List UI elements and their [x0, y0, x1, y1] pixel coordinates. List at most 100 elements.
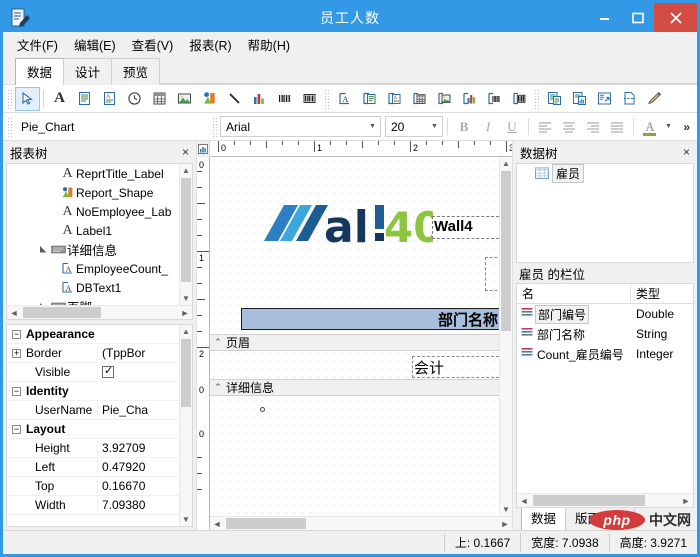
- fields-hscrollbar[interactable]: ◄ ►: [517, 493, 693, 507]
- column-header-type[interactable]: 类型: [631, 285, 693, 302]
- toolbar-grip[interactable]: [7, 88, 13, 109]
- db-barcode2-icon[interactable]: [507, 87, 532, 111]
- scroll-left-icon-2[interactable]: ◄: [210, 517, 224, 530]
- menu-view[interactable]: 查看(V): [132, 35, 174, 54]
- prop-row-identity[interactable]: − Identity: [7, 382, 179, 401]
- scroll-right-icon-2[interactable]: ►: [498, 517, 512, 530]
- column-header-name[interactable]: 名: [517, 285, 631, 302]
- field-name-cell[interactable]: Count_雇员编号: [517, 346, 631, 363]
- band-collapse-icon[interactable]: ⌃: [210, 337, 226, 348]
- db-image-icon[interactable]: [432, 87, 457, 111]
- prop-value[interactable]: Pie_Cha: [97, 403, 179, 417]
- prop-value[interactable]: 7.09380: [97, 498, 179, 512]
- tree-item-label1[interactable]: A Label1: [7, 221, 179, 240]
- horizontal-ruler[interactable]: 0 1 2: [210, 141, 512, 157]
- expander-icon[interactable]: [37, 245, 50, 254]
- prop-row-visible[interactable]: Visible: [7, 363, 179, 382]
- tree-item-report-shape[interactable]: Report_Shape: [7, 183, 179, 202]
- prop-row-top[interactable]: Top 0.16670: [7, 477, 179, 496]
- vscroll-thumb-3[interactable]: [501, 171, 511, 331]
- rich-text-icon[interactable]: A: [97, 87, 122, 111]
- prop-value[interactable]: 3.92709: [97, 441, 179, 455]
- tree-item-footer-band[interactable]: 页脚: [7, 297, 179, 305]
- vertical-ruler[interactable]: 0 1 2 0 0: [197, 157, 210, 530]
- line-icon[interactable]: [222, 87, 247, 111]
- toolbar-grip-3[interactable]: [534, 88, 540, 109]
- align-right-icon[interactable]: [581, 116, 605, 138]
- scroll-left-icon[interactable]: ◄: [7, 306, 21, 319]
- align-left-icon[interactable]: [533, 116, 557, 138]
- italic-button[interactable]: I: [476, 116, 500, 138]
- prop-row-layout[interactable]: − Layout: [7, 420, 179, 439]
- report-tree-vscrollbar[interactable]: ▲ ▼: [179, 164, 192, 305]
- scroll-up-icon-3[interactable]: ▲: [500, 157, 512, 170]
- font-color-dropdown-icon[interactable]: ▼: [662, 116, 675, 138]
- detail-field-label[interactable]: 会计: [412, 356, 499, 378]
- logo-text-label[interactable]: Wall4: [432, 216, 499, 239]
- report-page[interactable]: al 401K Wall4 部门名称: [210, 157, 499, 516]
- tab-layout-bottom[interactable]: 版面设计: [565, 505, 636, 530]
- crosstab-icon[interactable]: [567, 87, 592, 111]
- font-size-combo[interactable]: 20 ▼: [385, 116, 443, 137]
- tree-item-reprttitle-label[interactable]: A ReprtTitle_Label: [7, 164, 179, 183]
- hscroll-thumb-2[interactable]: [226, 518, 306, 529]
- menu-edit[interactable]: 编辑(E): [74, 35, 116, 54]
- scroll-down-icon[interactable]: ▼: [180, 292, 192, 305]
- report-tree-hscrollbar[interactable]: ◄ ►: [7, 305, 192, 319]
- menu-file[interactable]: 文件(F): [17, 35, 58, 54]
- hscroll-thumb[interactable]: [23, 307, 101, 318]
- close-icon-report-tree[interactable]: ×: [179, 145, 192, 159]
- page-break-icon[interactable]: [617, 87, 642, 111]
- prop-value[interactable]: 0.47920: [97, 460, 179, 474]
- expand-icon[interactable]: +: [7, 348, 26, 358]
- scroll-down-icon-3[interactable]: ▼: [500, 503, 512, 516]
- formatbar-grip-2[interactable]: [212, 116, 218, 137]
- prop-row-appearance[interactable]: − Appearance: [7, 325, 179, 344]
- scroll-right-icon[interactable]: ►: [178, 306, 192, 319]
- scroll-left-icon-3[interactable]: ◄: [517, 494, 531, 507]
- chevron-down-icon[interactable]: ▼: [365, 123, 380, 130]
- menu-report[interactable]: 报表(R): [189, 35, 231, 54]
- format-painter-icon[interactable]: [642, 87, 667, 111]
- scroll-up-icon-2[interactable]: ▲: [180, 325, 192, 338]
- field-name-cell[interactable]: 部门名称: [517, 326, 631, 343]
- scroll-right-icon-3[interactable]: ►: [679, 494, 693, 507]
- tab-data[interactable]: 数据: [15, 58, 65, 85]
- band-header[interactable]: ⌃ 页眉: [210, 334, 499, 351]
- visible-checkbox[interactable]: [102, 365, 114, 378]
- wall401k-logo[interactable]: al 401K: [258, 201, 499, 253]
- db-memo-icon[interactable]: [357, 87, 382, 111]
- close-icon-data-tree[interactable]: ×: [680, 145, 693, 159]
- tree-item-dbtext1[interactable]: A DBText1: [7, 278, 179, 297]
- image-icon[interactable]: [172, 87, 197, 111]
- scroll-down-icon-2[interactable]: ▼: [180, 513, 192, 526]
- align-justify-icon[interactable]: [605, 116, 629, 138]
- placeholder-dashed-box[interactable]: [485, 257, 499, 291]
- prop-row-username[interactable]: UserName Pie_Cha: [7, 401, 179, 420]
- toolbar-overflow-button[interactable]: »: [683, 120, 697, 134]
- menu-help[interactable]: 帮助(H): [248, 35, 290, 54]
- label-icon[interactable]: A: [47, 87, 72, 111]
- db-richtext-icon[interactable]: A: [382, 87, 407, 111]
- band-collapse-icon-2[interactable]: ⌃: [210, 382, 226, 393]
- db-barcode-icon[interactable]: [482, 87, 507, 111]
- selection-handle[interactable]: [260, 407, 265, 412]
- design-canvas[interactable]: al 401K Wall4 部门名称: [210, 157, 512, 530]
- vscroll-thumb[interactable]: [181, 178, 191, 282]
- subreport-icon[interactable]: [542, 87, 567, 111]
- canvas-hscrollbar[interactable]: ◄ ►: [210, 516, 512, 530]
- prop-row-left[interactable]: Left 0.47920: [7, 458, 179, 477]
- tree-item-employeecount[interactable]: A EmployeeCount_: [7, 259, 179, 278]
- collapse-icon-2[interactable]: −: [7, 386, 26, 396]
- field-name-cell[interactable]: 部门编号: [517, 304, 631, 324]
- bold-button[interactable]: B: [452, 116, 476, 138]
- band-detail[interactable]: ⌃ 详细信息: [210, 379, 499, 396]
- scroll-up-icon[interactable]: ▲: [180, 164, 192, 177]
- region-icon[interactable]: [592, 87, 617, 111]
- db-calc-field-icon[interactable]: [407, 87, 432, 111]
- vscroll-thumb-2[interactable]: [181, 339, 191, 407]
- ruler-corner-icon[interactable]: [197, 141, 210, 157]
- select-arrow-icon[interactable]: [15, 86, 40, 111]
- data-tree-item-employee[interactable]: 雇员: [517, 164, 693, 183]
- db-text-icon[interactable]: A: [332, 87, 357, 111]
